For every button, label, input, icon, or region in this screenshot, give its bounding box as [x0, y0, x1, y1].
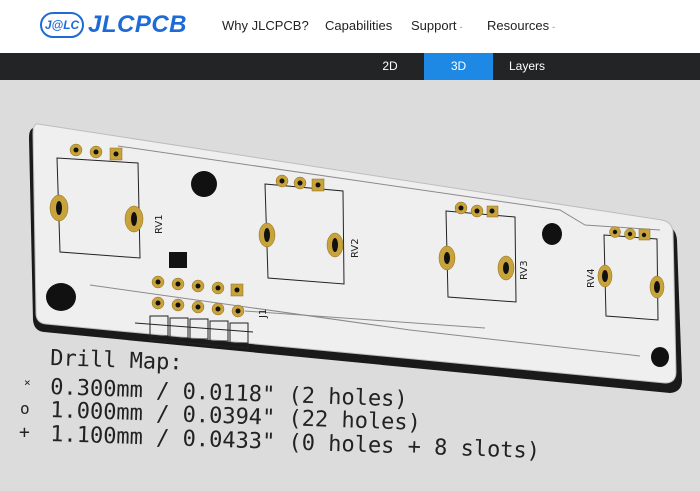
nav-why-jlcpcb[interactable]: Why JLCPCB? — [222, 18, 309, 33]
drill-map-title: Drill Map: — [50, 346, 183, 376]
nav-label: Support — [411, 18, 457, 33]
tab-layers[interactable]: Layers — [493, 53, 561, 80]
silk-label-j1: J1 — [258, 309, 269, 319]
nav-label: Resources — [487, 18, 550, 33]
nav-resources[interactable]: Resources - — [487, 18, 555, 33]
tab-2d[interactable]: 2D — [355, 53, 425, 80]
nav-label: Capabilities — [325, 18, 393, 33]
drill-symbol-icon: o — [20, 399, 30, 418]
drill-symbol-icon: + — [19, 422, 30, 443]
nav-label: Why JLCPCB? — [222, 18, 309, 33]
silk-label-rv4: RV4 — [586, 268, 597, 288]
silk-label-rv3: RV3 — [519, 260, 530, 280]
nav-capabilities[interactable]: Capabilities — [325, 18, 392, 33]
silk-label-rv1: RV1 — [154, 214, 165, 234]
dropdown-caret-icon: - — [459, 22, 463, 32]
view-tab-bar: 2D 3D Layers — [0, 53, 700, 80]
dropdown-caret-icon: - — [552, 22, 556, 32]
smd-component — [169, 252, 187, 268]
top-navbar: J@LC JLCPCB Why JLCPCB? Capabilities Sup… — [0, 0, 700, 53]
nav-support[interactable]: Support - — [411, 18, 463, 33]
drill-symbol-icon: × — [24, 376, 31, 389]
pcb-3d-viewport[interactable]: RV1 RV2 RV3 RV4 J1 Drill Map: × 0.300mm … — [0, 80, 700, 491]
tab-3d[interactable]: 3D — [424, 53, 493, 80]
logo-text: JLCPCB — [88, 11, 188, 38]
silk-label-rv2: RV2 — [350, 238, 361, 258]
pcb-render: RV1 RV2 RV3 RV4 J1 Drill Map: × 0.300mm … — [19, 123, 682, 464]
jlcpcb-logo[interactable]: J@LC JLCPCB — [40, 8, 187, 42]
logo-badge: J@LC — [40, 12, 84, 38]
